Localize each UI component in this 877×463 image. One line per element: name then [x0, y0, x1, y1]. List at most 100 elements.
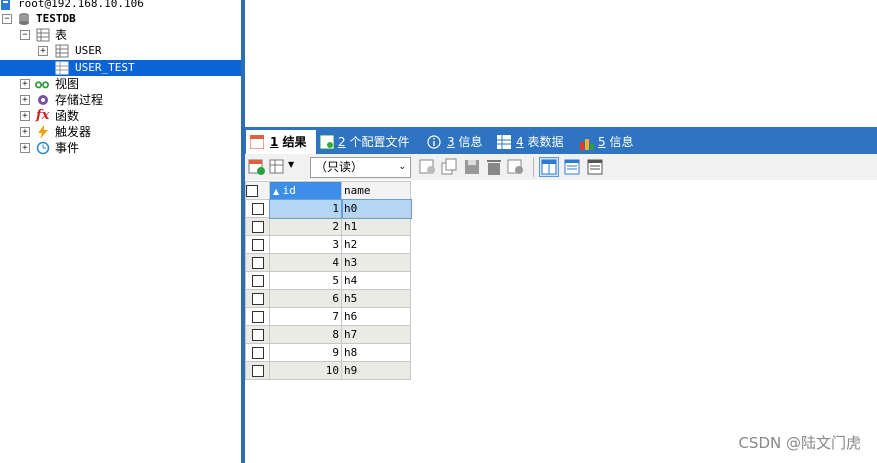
cell-name[interactable]: h9 [341, 361, 411, 380]
checkbox[interactable] [251, 365, 264, 377]
cell-id[interactable]: 6 [269, 289, 342, 308]
tree-tables-folder[interactable]: − 表 [0, 27, 241, 43]
expand-icon[interactable]: + [38, 46, 48, 56]
tree-procedures-folder[interactable]: + 存储过程 [0, 92, 241, 108]
add-row-icon[interactable] [419, 158, 437, 176]
collapse-icon[interactable]: − [2, 14, 12, 24]
table-row[interactable]: 6 h5 [245, 289, 411, 308]
cell-name[interactable]: h5 [341, 289, 411, 308]
row-checkbox-cell[interactable] [245, 271, 270, 290]
tab-info-2[interactable]: 5 信息 [580, 130, 640, 154]
lightning-icon [38, 125, 48, 139]
grid-view-icon[interactable] [539, 157, 559, 177]
cell-id[interactable]: 10 [269, 361, 342, 380]
cell-name[interactable]: h7 [341, 325, 411, 344]
checkbox[interactable] [251, 203, 264, 215]
row-checkbox-cell[interactable] [245, 307, 270, 326]
form-view-icon[interactable] [563, 158, 581, 176]
table-row[interactable]: 2 h1 [245, 217, 411, 236]
chevron-down-icon[interactable]: ▼ [288, 160, 294, 169]
tree-item-user[interactable]: + USER [0, 43, 241, 59]
tree-views-folder[interactable]: + 视图 [0, 76, 241, 92]
grid-icon [250, 135, 264, 149]
cancel-changes-icon[interactable] [507, 158, 525, 176]
tree-triggers-folder[interactable]: + 触发器 [0, 124, 241, 140]
watermark: CSDN @陆文门虎 [738, 434, 861, 452]
delete-trash-icon[interactable] [485, 158, 503, 176]
row-checkbox-cell[interactable] [245, 325, 270, 344]
tab-number: 5 [598, 135, 606, 149]
cell-id[interactable]: 2 [269, 217, 342, 236]
checkbox[interactable] [251, 347, 264, 359]
checkbox[interactable] [251, 329, 264, 341]
checkbox[interactable] [246, 185, 258, 197]
row-checkbox-cell[interactable] [245, 361, 270, 380]
text-view-icon[interactable] [586, 158, 604, 176]
cell-name[interactable]: h0 [340, 198, 412, 219]
tree-functions-folder[interactable]: + fx 函数 [0, 108, 241, 124]
checkbox[interactable] [251, 257, 264, 269]
cell-id[interactable]: 5 [269, 271, 342, 290]
row-checkbox-cell[interactable] [245, 199, 270, 218]
expand-icon[interactable]: + [20, 95, 30, 105]
cell-id[interactable]: 8 [269, 325, 342, 344]
tab-results[interactable]: 1 结果 [246, 130, 316, 154]
row-checkbox-cell[interactable] [245, 235, 270, 254]
sort-asc-icon: ▲ [273, 187, 280, 196]
checkbox[interactable] [251, 311, 264, 323]
expand-icon[interactable]: + [20, 111, 30, 121]
cell-name[interactable]: h2 [341, 235, 411, 254]
tab-profiles[interactable]: 2 个配置文件 [320, 130, 420, 154]
table-row[interactable]: 4 h3 [245, 253, 411, 272]
cell-id[interactable]: 3 [269, 235, 342, 254]
row-checkbox-cell[interactable] [245, 289, 270, 308]
result-grid: ▲ id name 1 h0 2 h1 3 h2 4 h3 5 h4 6 h5 7 h6 8 h7 9 h8 10 h… [245, 181, 412, 380]
save-icon[interactable] [463, 158, 481, 176]
duplicate-row-icon[interactable] [441, 158, 459, 176]
tree-database-row[interactable]: − TESTDB [0, 11, 241, 27]
cell-id[interactable]: 9 [269, 343, 342, 362]
cell-id[interactable]: 1 [268, 198, 343, 219]
checkbox[interactable] [251, 221, 264, 233]
export-icon[interactable] [248, 158, 266, 176]
cell-name[interactable]: h4 [341, 271, 411, 290]
cell-name[interactable]: h8 [341, 343, 411, 362]
table-row[interactable]: 7 h6 [245, 307, 411, 326]
tab-table-data[interactable]: 4 表数据 [497, 130, 569, 154]
tab-label: 表数据 [527, 135, 564, 149]
row-checkbox-cell[interactable] [245, 253, 270, 272]
tab-number: 1 [270, 135, 279, 149]
table-options-icon[interactable] [269, 158, 287, 176]
chevron-down-icon: ⌄ [398, 162, 406, 172]
cell-name[interactable]: h3 [341, 253, 411, 272]
checkbox[interactable] [251, 275, 264, 287]
tab-info[interactable]: 3 信息 [427, 130, 487, 154]
readonly-mode-select[interactable]: （只读） ⌄ [310, 157, 411, 178]
tree-item-user-test[interactable]: USER_TEST [0, 60, 241, 76]
cell-id[interactable]: 7 [269, 307, 342, 326]
expand-icon[interactable]: + [20, 143, 30, 153]
row-checkbox-cell[interactable] [245, 217, 270, 236]
table-row[interactable]: 3 h2 [245, 235, 411, 254]
select-all-header[interactable] [245, 181, 270, 200]
table-row[interactable]: 5 h4 [245, 271, 411, 290]
table-row[interactable]: 8 h7 [245, 325, 411, 344]
tables-folder-label: 表 [55, 28, 68, 42]
cell-name[interactable]: h6 [341, 307, 411, 326]
expand-icon[interactable]: + [20, 127, 30, 137]
tree-events-folder[interactable]: + 事件 [0, 140, 241, 156]
table-row[interactable]: 10 h9 [245, 361, 411, 380]
cell-name[interactable]: h1 [341, 217, 411, 236]
expand-icon[interactable]: + [20, 79, 30, 89]
table-row[interactable]: 9 h8 [245, 343, 411, 362]
checkbox[interactable] [251, 239, 264, 251]
checkbox[interactable] [251, 293, 264, 305]
collapse-icon[interactable]: − [20, 30, 30, 40]
functions-label: 函数 [55, 109, 80, 123]
row-checkbox-cell[interactable] [245, 343, 270, 362]
cell-id[interactable]: 4 [269, 253, 342, 272]
column-header-name[interactable]: name [341, 181, 411, 200]
query-editor[interactable] [245, 0, 877, 127]
column-header-id[interactable]: ▲ id [269, 181, 342, 200]
table-row[interactable]: 1 h0 [245, 198, 412, 219]
